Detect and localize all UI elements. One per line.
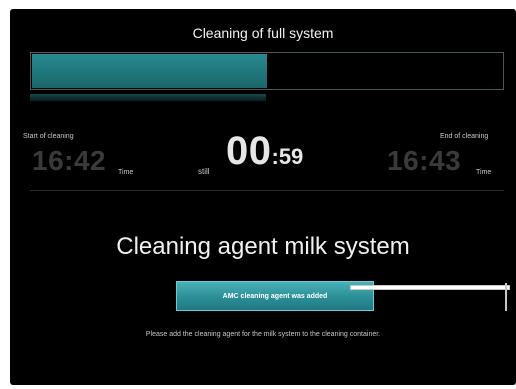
cleaning-screen: Cleaning of full system Start of cleanin… — [10, 9, 516, 385]
countdown-timer: 00:59 — [226, 129, 303, 174]
callout-pointer — [350, 285, 510, 290]
end-label: End of cleaning — [440, 133, 489, 140]
end-time-unit: Time — [476, 169, 492, 176]
start-time: 16:42 — [32, 145, 107, 176]
progress-reflection — [30, 94, 266, 101]
progress-fill — [32, 54, 267, 88]
progress-bar — [30, 52, 504, 90]
amc-agent-added-button[interactable]: AMC cleaning agent was added — [176, 281, 374, 311]
divider — [30, 190, 504, 191]
still-label: still — [198, 167, 210, 176]
screen-title: Cleaning of full system — [192, 25, 334, 41]
callout-pointer-tail — [505, 283, 507, 311]
step-heading: Cleaning agent milk system — [116, 233, 410, 260]
countdown-seconds: :59 — [271, 144, 304, 169]
end-time: 16:43 — [387, 145, 462, 176]
start-label: Start of cleaning — [23, 133, 74, 140]
instruction-text: Please add the cleaning agent for the mi… — [145, 331, 381, 338]
start-time-unit: Time — [118, 169, 134, 176]
countdown-minutes: 00 — [226, 129, 272, 173]
